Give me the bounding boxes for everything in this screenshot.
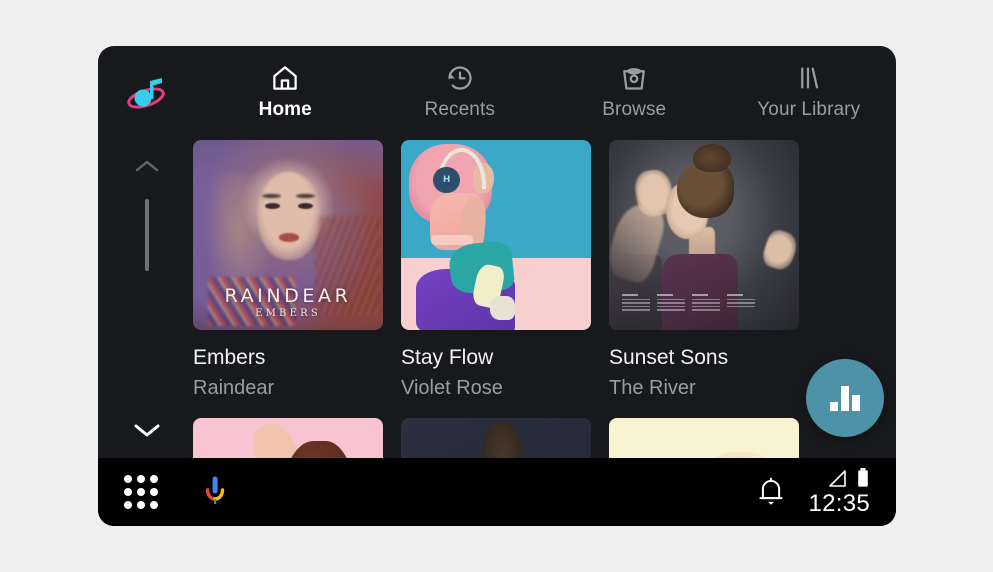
album-card-peek-1[interactable] <box>193 418 383 458</box>
tab-your-library[interactable]: Your Library <box>722 46 897 121</box>
album-title: Sunset Sons <box>609 346 729 369</box>
art-eye-left <box>265 202 281 209</box>
assistant-mic-glyph <box>205 476 225 504</box>
art-credits-column <box>657 293 686 313</box>
art-hair <box>480 421 523 458</box>
tab-recents[interactable]: Recents <box>373 46 548 121</box>
album-art-peek-pink <box>193 418 383 458</box>
art-credits-column <box>692 293 721 313</box>
system-status-area: 12:35 <box>756 467 870 518</box>
nav-tabs: Home Recents Browse Your Library <box>194 46 896 121</box>
art-dress <box>662 254 739 330</box>
status-stack: 12:35 <box>808 467 870 518</box>
equalizer-bars-icon <box>830 385 860 411</box>
art-hair-bun <box>692 143 731 173</box>
chevron-down-icon[interactable] <box>132 421 162 444</box>
tab-home[interactable]: Home <box>198 46 373 121</box>
art-shoe <box>490 295 515 321</box>
status-icons <box>826 467 870 489</box>
system-clock: 12:35 <box>808 489 870 517</box>
album-grid: RAINDEAR EMBERS Embers Raindear H Stay F… <box>193 140 896 458</box>
art-lips <box>278 233 300 242</box>
tab-home-label: Home <box>258 99 312 120</box>
car-display-device: Home Recents Browse Your Library RAINDEA… <box>98 46 896 526</box>
album-art-peek-navy <box>401 418 591 458</box>
apps-grid-icon[interactable] <box>124 475 158 509</box>
album-art-peek-cream <box>609 418 799 458</box>
album-artist: Violet Rose <box>401 377 503 399</box>
album-card-embers[interactable]: RAINDEAR EMBERS Embers Raindear <box>193 140 383 400</box>
scrollbar-thumb[interactable] <box>145 199 149 271</box>
art-overlay-title: RAINDEAR <box>224 285 352 308</box>
art-hand-right <box>759 227 799 273</box>
album-artist: Raindear <box>193 377 275 399</box>
music-orbit-logo-icon <box>127 78 165 109</box>
assistant-mic-icon[interactable] <box>200 474 230 510</box>
art-face <box>257 172 321 260</box>
album-title: Embers <box>193 346 266 369</box>
app-logo[interactable] <box>98 46 194 136</box>
art-eye-right <box>297 202 313 209</box>
home-icon <box>270 62 300 94</box>
tab-your-library-label: Your Library <box>757 99 861 120</box>
art-credits-column <box>727 293 756 313</box>
tab-browse-label: Browse <box>602 99 667 120</box>
system-bar: 12:35 <box>98 458 896 526</box>
screen: Home Recents Browse Your Library RAINDEA… <box>0 0 993 572</box>
album-card-peek-3[interactable] <box>609 418 799 458</box>
notifications-bell-icon[interactable] <box>756 476 786 508</box>
art-overlay-subtitle: EMBERS <box>255 307 321 319</box>
tab-recents-label: Recents <box>424 99 495 120</box>
signal-strength-icon <box>829 469 846 487</box>
album-card-peek-2[interactable] <box>401 418 591 458</box>
battery-icon <box>858 467 868 487</box>
top-navigation-bar: Home Recents Browse Your Library <box>98 46 896 136</box>
now-playing-equalizer-button[interactable] <box>806 359 884 437</box>
history-icon <box>445 62 475 94</box>
tab-browse[interactable]: Browse <box>547 46 722 121</box>
chevron-up-icon[interactable] <box>134 158 160 179</box>
album-title: Stay Flow <box>401 346 494 369</box>
album-art-stay-flow: H <box>401 140 591 330</box>
art-headphone-cup: H <box>433 166 460 194</box>
library-icon <box>794 62 824 94</box>
album-card-sunset-sons[interactable]: Sunset Sons The River <box>609 140 799 400</box>
album-art-embers: RAINDEAR EMBERS <box>193 140 383 330</box>
album-grid-scroll-area[interactable]: RAINDEAR EMBERS Embers Raindear H Stay F… <box>193 140 896 458</box>
art-credits-column <box>622 293 651 313</box>
art-headphone-mark: H <box>442 174 451 185</box>
art-credits-block <box>622 293 756 313</box>
album-artist: The River <box>609 377 696 399</box>
scroll-rail <box>126 142 168 458</box>
album-card-stay-flow[interactable]: H Stay Flow Violet Rose <box>401 140 591 400</box>
art-waist-band <box>431 235 474 245</box>
album-art-sunset-sons <box>609 140 799 330</box>
browse-basket-icon <box>619 62 649 94</box>
